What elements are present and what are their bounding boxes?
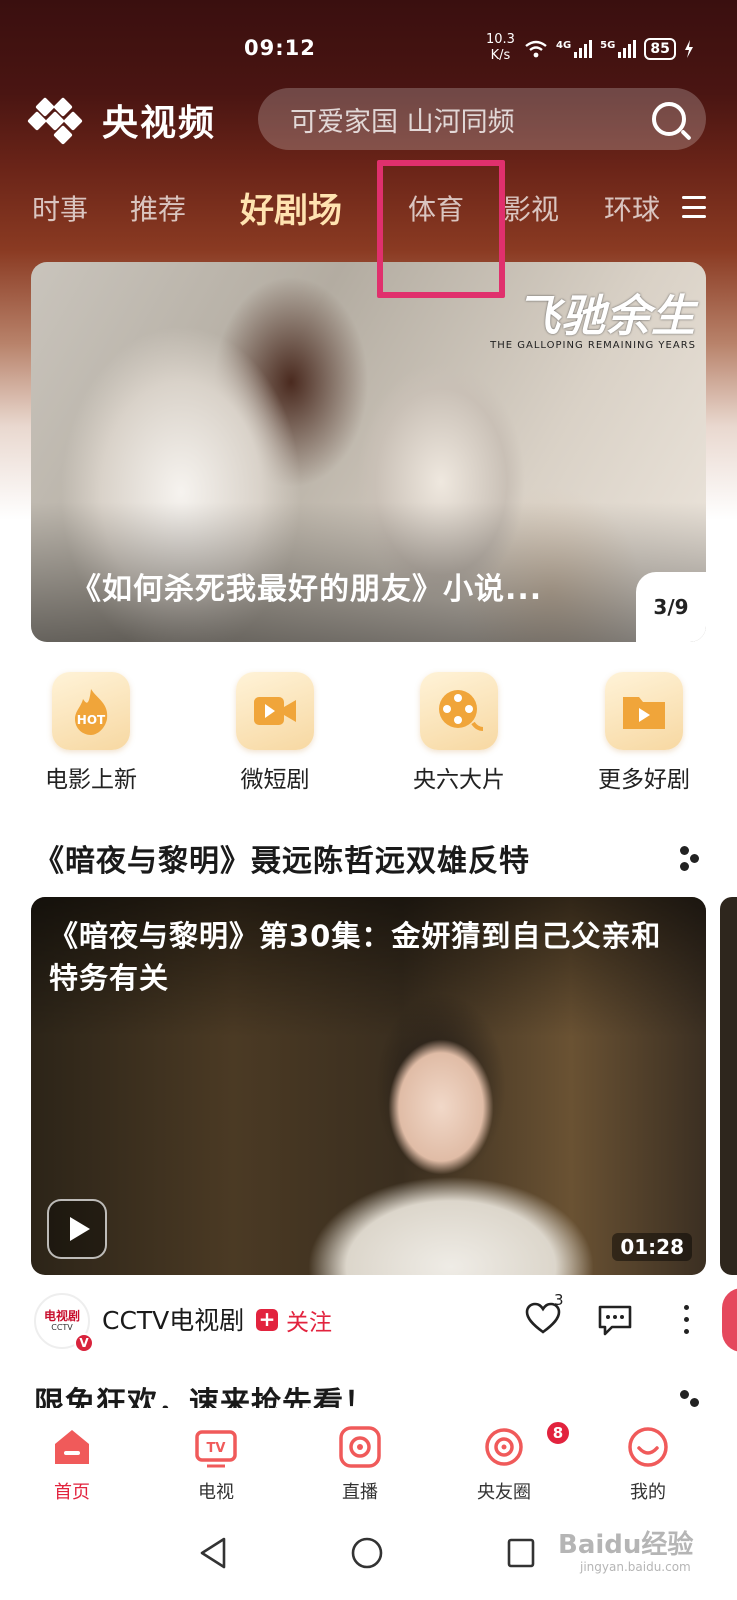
svg-text:HOT: HOT xyxy=(77,713,106,727)
hero-banner[interactable]: 飞驰余生 THE GALLOPING REMAINING YEARS 《如何杀死… xyxy=(31,262,706,642)
follow-button[interactable]: + 关注 xyxy=(256,1303,332,1337)
section-title[interactable]: 《暗夜与黎明》聂远陈哲远双雄反特 xyxy=(34,836,530,880)
quick-link-label: 微短剧 xyxy=(240,767,310,793)
video-duration: 01:28 xyxy=(612,1233,692,1261)
video-card[interactable]: 《暗夜与黎明》第30集：金妍猜到自己父亲和特务有关 01:28 xyxy=(31,897,706,1275)
floating-side-button[interactable] xyxy=(722,1288,737,1352)
video-camera-icon xyxy=(236,672,314,750)
category-tabs: 时事 推荐 好剧场 体育 影视 环球 xyxy=(0,178,737,238)
banner-caption: 《如何杀死我最好的朋友》小说... xyxy=(71,572,543,607)
more-arrow-icon-2[interactable] xyxy=(680,1390,702,1410)
banner-page-counter: 3/9 xyxy=(636,572,706,642)
nav-label: 电视 xyxy=(198,1482,234,1503)
film-reel-icon xyxy=(420,672,498,750)
friends-circle-icon: 8 xyxy=(481,1420,571,1470)
recent-apps-icon[interactable] xyxy=(506,1536,536,1570)
quick-link-micro-drama[interactable]: 微短剧 xyxy=(205,672,345,794)
quick-link-more-dramas[interactable]: 更多好剧 xyxy=(574,672,714,794)
battery-level: 85 xyxy=(644,38,676,60)
watermark-url: jingyan.baidu.com xyxy=(580,1560,691,1574)
quick-links: HOT 电影上新 微短剧 央六大片 更多好剧 xyxy=(0,672,737,794)
quick-link-cctv6[interactable]: 央六大片 xyxy=(389,672,529,794)
banner-logo-subtitle: THE GALLOPING REMAINING YEARS xyxy=(490,340,696,351)
status-icons: 4G 5G 85 xyxy=(524,38,694,60)
like-count: 3 xyxy=(554,1291,564,1309)
network-speed-value: 10.3 xyxy=(486,32,515,47)
nav-label: 我的 xyxy=(630,1482,666,1503)
search-placeholder: 可爱家国 山河同频 xyxy=(290,106,515,138)
app-header: 央视频 可爱家国 山河同频 xyxy=(0,88,737,158)
play-button[interactable] xyxy=(47,1199,107,1259)
quick-link-label: 更多好剧 xyxy=(598,767,690,793)
more-arrow-icon[interactable] xyxy=(680,846,702,872)
signal-icon-sim2: 5G xyxy=(600,40,637,58)
logo-icon xyxy=(27,96,90,145)
charging-icon xyxy=(684,40,693,58)
tv-icon: TV xyxy=(193,1424,239,1470)
quick-link-label: 央六大片 xyxy=(413,767,505,793)
nav-home[interactable]: 首页 xyxy=(22,1424,122,1504)
plus-icon: + xyxy=(256,1309,278,1331)
hot-icon: HOT xyxy=(52,672,130,750)
folder-play-icon xyxy=(605,672,683,750)
profile-icon xyxy=(625,1424,671,1470)
network-speed: 10.3 K/s xyxy=(486,32,515,64)
nav-tv[interactable]: TV 电视 xyxy=(166,1424,266,1504)
banner-logo-title: 飞驰余生 xyxy=(516,291,696,342)
verified-badge: V xyxy=(74,1333,94,1353)
quick-link-new-movies[interactable]: HOT 电影上新 xyxy=(21,672,161,794)
channel-name[interactable]: CCTV电视剧 xyxy=(102,1301,244,1337)
tab-current-affairs[interactable]: 时事 xyxy=(32,188,88,228)
nav-label: 直播 xyxy=(342,1482,378,1503)
banner-logo: 飞驰余生 THE GALLOPING REMAINING YEARS xyxy=(490,280,696,351)
tab-global[interactable]: 环球 xyxy=(604,188,664,228)
tab-film-tv[interactable]: 影视 xyxy=(503,188,559,228)
annotation-highlight-box xyxy=(377,160,505,298)
app-logo[interactable]: 央视频 xyxy=(27,94,217,146)
status-bar: 09:12 10.3 K/s 4G 5G 85 xyxy=(0,30,737,70)
home-button-icon[interactable] xyxy=(350,1536,384,1570)
search-input[interactable]: 可爱家国 山河同频 xyxy=(258,88,706,150)
app-name: 央视频 xyxy=(102,103,217,144)
play-icon xyxy=(69,1217,90,1241)
watermark-logo: Baidu经验 xyxy=(558,1530,694,1560)
follow-label: 关注 xyxy=(286,1310,332,1336)
live-icon xyxy=(337,1424,383,1470)
status-time: 09:12 xyxy=(244,36,316,60)
network-speed-unit: K/s xyxy=(490,48,511,63)
video-title: 《暗夜与黎明》第30集：金妍猜到自己父亲和特务有关 xyxy=(49,919,662,995)
quick-link-label: 电影上新 xyxy=(45,767,137,793)
nav-friends[interactable]: 8 央友圈 xyxy=(454,1420,571,1504)
back-icon[interactable] xyxy=(198,1536,228,1570)
next-video-card-peek[interactable] xyxy=(720,897,737,1275)
more-options-icon[interactable] xyxy=(684,1305,690,1335)
nav-label: 央友圈 xyxy=(477,1482,531,1503)
home-icon xyxy=(49,1424,95,1470)
notification-badge: 8 xyxy=(545,1420,571,1446)
wifi-icon xyxy=(525,40,547,58)
nav-live[interactable]: 直播 xyxy=(310,1424,410,1504)
section-title-2[interactable]: 限免狂欢，速来抢先看！ xyxy=(34,1378,375,1408)
nav-label: 首页 xyxy=(54,1482,90,1503)
tab-drama[interactable]: 好剧场 xyxy=(240,183,342,232)
nav-profile[interactable]: 我的 xyxy=(598,1424,698,1504)
tab-recommended[interactable]: 推荐 xyxy=(130,188,186,228)
comment-icon[interactable] xyxy=(596,1303,634,1337)
menu-icon[interactable] xyxy=(682,196,706,218)
svg-text:TV: TV xyxy=(207,1441,226,1456)
search-icon[interactable] xyxy=(652,102,686,136)
signal-icon-sim1: 4G xyxy=(556,40,593,58)
bottom-navigation: 首页 TV 电视 直播 8 央友圈 我的 xyxy=(0,1412,737,1512)
channel-row: 电视剧 CCTV V CCTV电视剧 + 关注 3 xyxy=(0,1285,737,1355)
